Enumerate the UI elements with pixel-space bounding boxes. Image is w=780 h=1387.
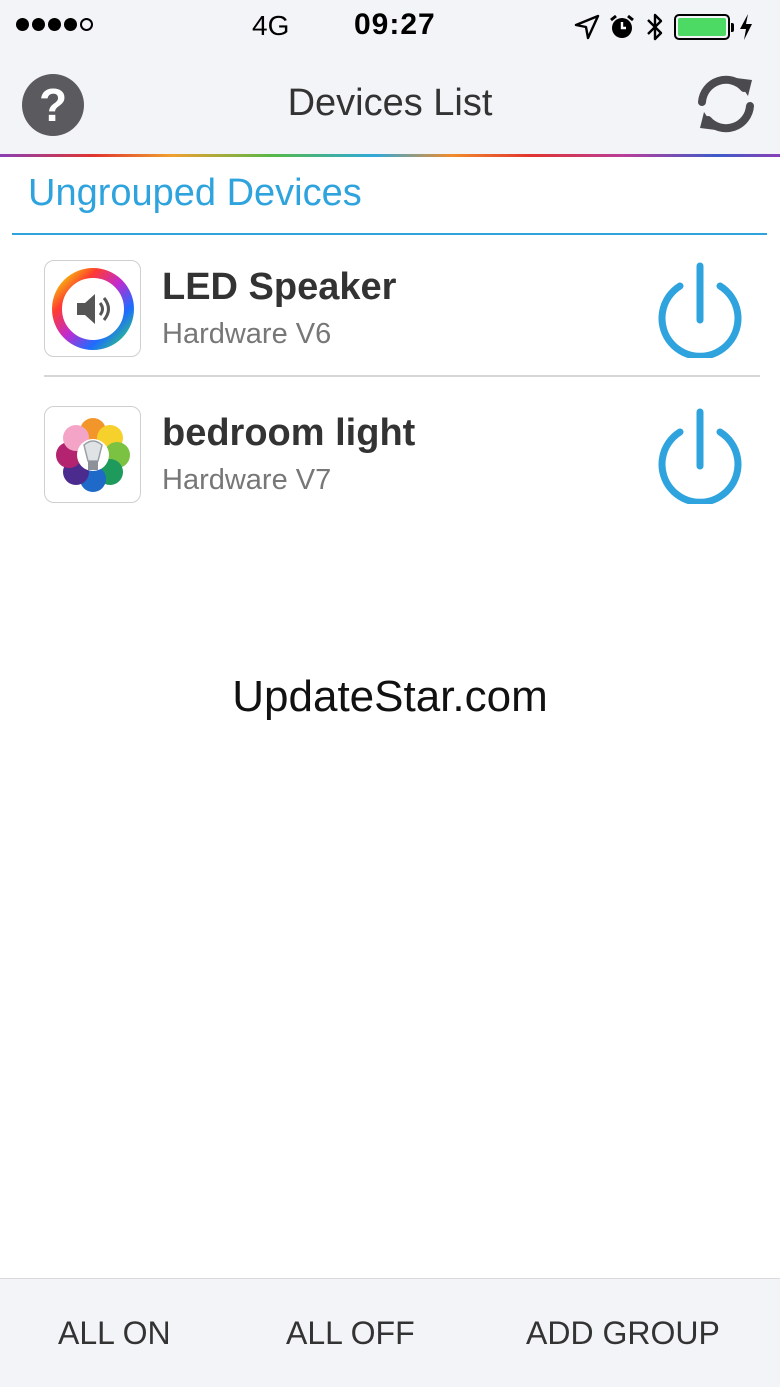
bottom-toolbar: ALL ON ALL OFF ADD GROUP <box>0 1278 780 1387</box>
section-divider <box>12 233 767 235</box>
device-row-led-speaker[interactable]: LED Speaker Hardware V6 <box>44 252 760 382</box>
device-hardware: Hardware V7 <box>162 464 332 496</box>
rainbow-divider <box>0 154 780 157</box>
battery-icon <box>674 14 734 40</box>
section-title: Ungrouped Devices <box>28 172 362 214</box>
status-bar: 4G 09:27 <box>0 0 780 54</box>
device-name: bedroom light <box>162 412 416 454</box>
power-icon <box>658 262 742 358</box>
device-hardware: Hardware V6 <box>162 318 332 350</box>
all-on-button[interactable]: ALL ON <box>58 1315 171 1352</box>
add-group-button[interactable]: ADD GROUP <box>526 1315 720 1352</box>
speaker-color-wheel-icon <box>44 260 141 357</box>
network-type: 4G <box>252 10 290 41</box>
watermark-text: UpdateStar.com <box>232 672 548 721</box>
row-divider <box>44 375 760 377</box>
device-name: LED Speaker <box>162 266 397 308</box>
power-icon <box>658 408 742 504</box>
location-arrow-icon <box>574 14 600 40</box>
status-time: 09:27 <box>354 8 436 41</box>
page-title: Devices List <box>287 82 493 124</box>
charging-bolt-icon <box>740 14 752 40</box>
alarm-icon <box>610 14 634 38</box>
power-button[interactable] <box>652 258 748 358</box>
bulb-color-flower-icon <box>44 406 141 503</box>
bluetooth-icon <box>647 13 663 41</box>
status-icons <box>574 10 754 44</box>
signal-strength-icon <box>16 18 93 31</box>
navigation-bar: ? Devices List <box>0 54 780 154</box>
device-row-bedroom-light[interactable]: bedroom light Hardware V7 <box>44 398 760 528</box>
refresh-button[interactable] <box>690 68 762 140</box>
all-off-button[interactable]: ALL OFF <box>286 1315 415 1352</box>
power-button[interactable] <box>652 404 748 504</box>
